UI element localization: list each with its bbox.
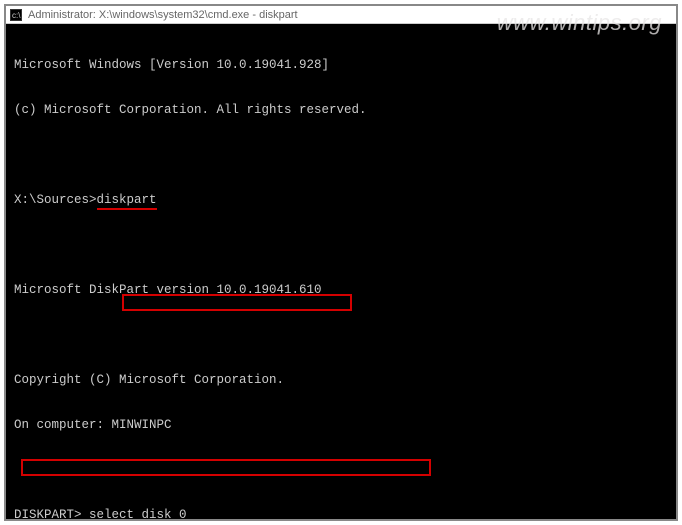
command-diskpart: diskpart bbox=[97, 193, 157, 208]
command-select-disk: select disk 0 bbox=[89, 508, 187, 521]
window-title: Administrator: X:\windows\system32\cmd.e… bbox=[28, 6, 298, 24]
output-line: Microsoft Windows [Version 10.0.19041.92… bbox=[14, 58, 668, 73]
output-line: On computer: MINWINPC bbox=[14, 418, 668, 433]
output-line: Copyright (C) Microsoft Corporation. bbox=[14, 373, 668, 388]
cmd-icon: c:\ bbox=[10, 9, 22, 21]
titlebar[interactable]: c:\ Administrator: X:\windows\system32\c… bbox=[6, 6, 676, 24]
terminal-output[interactable]: Microsoft Windows [Version 10.0.19041.92… bbox=[6, 24, 676, 521]
prompt: DISKPART> bbox=[14, 508, 89, 521]
command-prompt-window: c:\ Administrator: X:\windows\system32\c… bbox=[4, 4, 678, 521]
prompt: X:\Sources> bbox=[14, 193, 97, 207]
prompt-line: X:\Sources>diskpart bbox=[14, 193, 668, 208]
prompt-line: DISKPART> select disk 0 bbox=[14, 508, 668, 521]
output-line: (c) Microsoft Corporation. All rights re… bbox=[14, 103, 668, 118]
svg-text:c:\: c:\ bbox=[12, 11, 21, 20]
output-line: Microsoft DiskPart version 10.0.19041.61… bbox=[14, 283, 668, 298]
